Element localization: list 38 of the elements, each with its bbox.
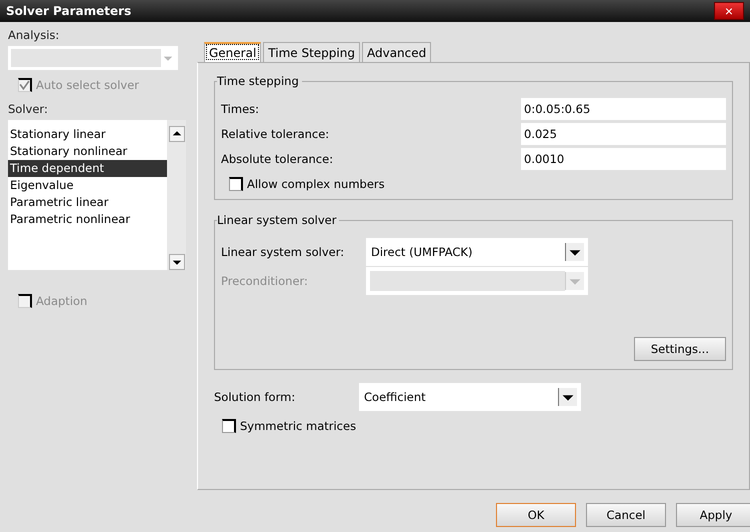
input-field[interactable]: 0:0.05:0.65 [521,98,726,120]
field-label: Linear system solver: [221,244,346,258]
window-title: Solver Parameters [6,4,132,18]
checkbox[interactable] [229,177,243,191]
field-label: Times: [221,102,260,116]
analysis-label: Analysis: [8,28,60,42]
group-title: Time stepping [217,74,302,88]
checkbox[interactable] [222,419,236,433]
tab[interactable]: Advanced [362,42,432,62]
dialog-button[interactable]: Apply [676,503,750,527]
solver-label: Solver: [8,102,48,116]
list-item[interactable]: Parametric linear [8,194,167,211]
field-label: Relative tolerance: [221,126,330,140]
checkbox-label: Symmetric matrices [240,419,356,433]
list-item[interactable]: Stationary nonlinear [8,143,167,160]
checkbox-label: Adaption [36,294,88,308]
solver-dropdown[interactable]: Direct (UMFPACK) [366,238,588,266]
list-item[interactable]: Parametric nonlinear [8,211,167,228]
solution-form-dropdown[interactable]: Coefficient [359,382,581,410]
input-field[interactable]: 0.025 [521,122,726,144]
close-button[interactable]: × [714,2,744,20]
checkbox-label: Allow complex numbers [247,177,385,191]
field-label: Solution form: [214,390,296,404]
input-field[interactable]: 0.0010 [521,148,726,170]
dialog-button[interactable]: OK [496,503,576,527]
scroll-down-icon[interactable] [169,254,185,270]
field-label: Absolute tolerance: [221,152,334,166]
group-title: Linear system solver [217,213,340,227]
settings-button[interactable]: Settings... [634,337,726,361]
list-item[interactable]: Time dependent [8,160,167,177]
scroll-up-icon[interactable] [169,126,185,142]
tab[interactable]: General [204,42,262,62]
dialog-button[interactable]: Cancel [586,503,666,527]
field-label: Preconditioner: [221,274,309,288]
checkbox-label: Auto select solver [36,78,140,92]
list-item[interactable]: Eigenvalue [8,177,167,194]
list-item[interactable]: Stationary linear [8,126,167,143]
tab[interactable]: Time Stepping [263,42,360,62]
